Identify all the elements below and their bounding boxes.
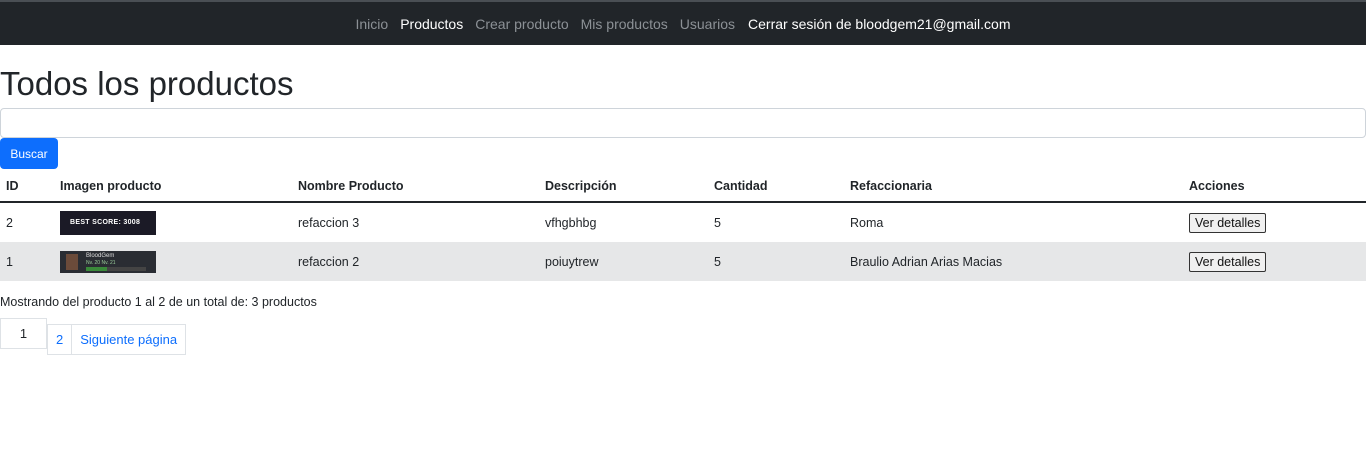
- cell-description: vfhgbhbg: [545, 215, 597, 230]
- next-page-link[interactable]: Siguiente página: [72, 324, 187, 355]
- product-image: BEST SCORE: 3008: [60, 210, 156, 235]
- product-image-progress-bar: [86, 266, 146, 271]
- table-row: 1 BloodGem Nv. 20 Nv. 21 refaccion 2 poi…: [0, 242, 1366, 281]
- header-actions: Acciones: [1183, 170, 1366, 203]
- cell-quantity: 5: [714, 215, 721, 230]
- page-current: 1: [0, 318, 47, 349]
- header-image: Imagen producto: [54, 170, 292, 203]
- header-quantity: Cantidad: [708, 170, 844, 203]
- nav-link-inicio[interactable]: Inicio: [356, 16, 389, 32]
- cell-actions: Ver detalles: [1183, 202, 1366, 242]
- cell-image: BEST SCORE: 3008: [54, 202, 292, 242]
- products-table: ID Imagen producto Nombre Producto Descr…: [0, 170, 1366, 281]
- header-store: Refaccionaria: [844, 170, 1183, 203]
- cell-quantity: 5: [708, 242, 844, 281]
- header-description: Descripción: [539, 170, 708, 203]
- pagination: 1 2 Siguiente página: [0, 318, 187, 355]
- cell-store: Roma: [850, 215, 884, 230]
- view-details-button[interactable]: Ver detalles: [1189, 212, 1267, 233]
- top-navbar: Inicio Productos Crear producto Mis prod…: [0, 0, 1366, 45]
- search-input[interactable]: [0, 108, 1366, 138]
- header-id: ID: [0, 170, 54, 203]
- cell-id: 1: [0, 242, 54, 281]
- cell-id: 2: [6, 215, 13, 230]
- search-button[interactable]: Buscar: [0, 138, 58, 169]
- cell-name: refaccion 3: [298, 215, 360, 230]
- cell-store: Braulio Adrian Arias Macias: [844, 242, 1183, 281]
- cell-description: poiuytrew: [539, 242, 708, 281]
- header-name: Nombre Producto: [292, 170, 539, 203]
- logout-link[interactable]: Cerrar sesión de bloodgem21@gmail.com: [748, 16, 1010, 32]
- table-row: 2 BEST SCORE: 3008 refaccion 3 vfhgbhbg …: [0, 202, 1366, 242]
- nav-link-mis-productos[interactable]: Mis productos: [581, 16, 668, 32]
- page-title: Todos los productos: [0, 65, 294, 102]
- progress-fill: [86, 266, 107, 271]
- cell-name: refaccion 2: [292, 242, 539, 281]
- nav-link-usuarios[interactable]: Usuarios: [680, 16, 735, 32]
- cell-image: BloodGem Nv. 20 Nv. 21: [54, 242, 292, 281]
- page-link-2[interactable]: 2: [47, 324, 73, 355]
- view-details-button[interactable]: Ver detalles: [1189, 251, 1267, 272]
- product-image-subtext: Nv. 20 Nv. 21: [86, 259, 116, 266]
- avatar: [66, 253, 78, 270]
- table-header-row: ID Imagen producto Nombre Producto Descr…: [0, 170, 1366, 203]
- product-image-text: BloodGem: [86, 252, 115, 259]
- product-image-text: BEST SCORE: 3008: [70, 219, 141, 226]
- results-summary: Mostrando del producto 1 al 2 de un tota…: [0, 295, 317, 309]
- nav-link-crear-producto[interactable]: Crear producto: [475, 16, 568, 32]
- product-image: BloodGem Nv. 20 Nv. 21: [60, 250, 156, 273]
- cell-actions: Ver detalles: [1183, 242, 1366, 281]
- nav-link-productos[interactable]: Productos: [400, 16, 463, 32]
